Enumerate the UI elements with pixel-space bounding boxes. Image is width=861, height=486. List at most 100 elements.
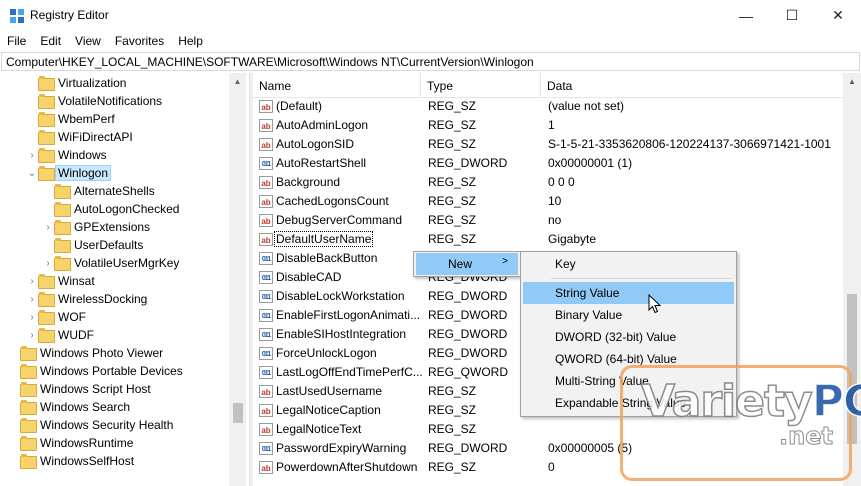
submenu-item[interactable]: Binary Value [523, 304, 734, 326]
value-name: AutoRestartShell [276, 156, 367, 170]
folder-icon [20, 418, 37, 433]
chevron-right-icon[interactable]: › [42, 254, 54, 272]
chevron-right-icon[interactable]: › [26, 272, 38, 290]
menu-view[interactable]: View [68, 31, 108, 51]
tree-item[interactable]: › VolatileUserMgrKey [42, 254, 179, 272]
chevron-right-icon[interactable]: › [26, 290, 38, 308]
menu-item-new-label: New [448, 257, 473, 271]
address-bar[interactable]: Computer\HKEY_LOCAL_MACHINE\SOFTWARE\Mic… [1, 52, 860, 71]
value-type: REG_DWORD [428, 346, 508, 360]
value-type: REG_SZ [428, 175, 477, 189]
value-type: REG_SZ [428, 384, 477, 398]
submenu-item[interactable]: DWORD (32-bit) Value [523, 326, 734, 348]
folder-icon [38, 274, 55, 289]
value-name: (Default) [276, 99, 323, 113]
registry-value-row[interactable]: ab DebugServerCommand REG_SZ no [253, 211, 843, 230]
minimize-button[interactable]: — [723, 0, 769, 31]
tree-item[interactable]: › WOF [26, 308, 86, 326]
chevron-right-icon[interactable]: › [26, 146, 38, 164]
tree-item[interactable]: WbemPerf [26, 110, 115, 128]
registry-value-row[interactable]: ab AutoAdminLogon REG_SZ 1 [253, 116, 843, 135]
tree-item[interactable]: AlternateShells [42, 182, 155, 200]
tree-item[interactable]: WiFiDirectAPI [26, 128, 133, 146]
maximize-button[interactable]: ☐ [769, 0, 815, 31]
tree-item-label: AlternateShells [74, 184, 155, 198]
binary-value-icon: 011 [259, 252, 273, 265]
chevron-right-icon[interactable]: › [42, 218, 54, 236]
tree-item[interactable]: › WUDF [26, 326, 94, 344]
value-type: REG_QWORD [428, 365, 509, 379]
registry-value-row[interactable]: ab (Default) REG_SZ (value not set) [253, 97, 843, 116]
registry-value-row[interactable]: ab AutoLogonSID REG_SZ S-1-5-21-3353620806-… [253, 135, 843, 154]
value-name: ForceUnlockLogon [276, 346, 377, 360]
registry-value-row[interactable]: ab DefaultUserName REG_SZ Gigabyte [253, 230, 843, 249]
list-scroll-up-icon[interactable]: ▲ [843, 73, 861, 90]
tree-item-label: WindowsSelfHost [40, 454, 135, 468]
tree-item[interactable]: Virtualization [26, 74, 126, 92]
submenu-item[interactable]: String Value [523, 282, 734, 304]
tree-item[interactable]: › Windows [26, 146, 107, 164]
registry-value-row[interactable]: 011 AutoRestartShell REG_DWORD 0x00000001 (… [253, 154, 843, 173]
watermark-suffix: .net [779, 422, 834, 451]
tree-item[interactable]: VolatileNotifications [26, 92, 162, 110]
chevron-right-icon[interactable]: › [26, 308, 38, 326]
folder-icon [38, 112, 55, 127]
tree-scrollbar[interactable] [229, 73, 246, 486]
menu-edit[interactable]: Edit [33, 31, 68, 51]
value-type: REG_SZ [428, 232, 477, 246]
menu-bar: File Edit View Favorites Help [0, 31, 861, 51]
tree-item[interactable]: › WirelessDocking [26, 290, 147, 308]
tree-scrollbar-thumb[interactable] [233, 403, 243, 423]
tree-item[interactable]: WindowsSelfHost [8, 452, 134, 470]
close-button[interactable]: ✕ [815, 0, 861, 31]
tree-item[interactable]: Windows Script Host [8, 380, 151, 398]
value-name: AutoLogonSID [276, 137, 355, 151]
key-tree[interactable]: Virtualization VolatileNotifications WbemP… [0, 73, 249, 486]
value-data: 1 [548, 118, 555, 132]
value-data: 10 [548, 194, 562, 208]
tree-item[interactable]: UserDefaults [42, 236, 143, 254]
tree-item-label: WindowsRuntime [40, 436, 134, 450]
value-type: REG_SZ [428, 403, 477, 417]
value-type: REG_SZ [428, 213, 477, 227]
menu-help[interactable]: Help [171, 31, 210, 51]
tree-item[interactable]: ⌄ Winlogon [26, 164, 112, 182]
title-bar: Registry Editor — ☐ ✕ [0, 0, 861, 31]
tree-item-label: Winlogon [54, 165, 112, 181]
tree-item[interactable]: › GPExtensions [42, 218, 150, 236]
tree-scroll-up-icon[interactable]: ▲ [229, 73, 246, 90]
column-type-header[interactable]: Type [421, 73, 541, 98]
string-value-icon: ab [259, 214, 273, 227]
value-name: AutoAdminLogon [276, 118, 369, 132]
folder-icon [20, 400, 37, 415]
tree-item-label: Windows Search [40, 400, 131, 414]
tree-item[interactable]: Windows Photo Viewer [8, 344, 163, 362]
value-name: LegalNoticeCaption [276, 403, 381, 417]
tree-item[interactable]: Windows Security Health [8, 416, 173, 434]
chevron-down-icon[interactable]: ⌄ [26, 164, 38, 182]
value-type: REG_SZ [428, 118, 477, 132]
submenu-item[interactable]: Key [523, 253, 734, 275]
column-data-header[interactable]: Data [541, 73, 843, 98]
tree-item[interactable]: Windows Portable Devices [8, 362, 183, 380]
value-type: REG_DWORD [428, 441, 508, 455]
chevron-right-icon[interactable]: › [26, 326, 38, 344]
menu-file[interactable]: File [0, 31, 33, 51]
menu-favorites[interactable]: Favorites [108, 31, 171, 51]
value-name: EnableFirstLogonAnimati... [276, 308, 421, 322]
registry-value-row[interactable]: ab Background REG_SZ 0 0 0 [253, 173, 843, 192]
column-name-header[interactable]: Name [253, 73, 421, 98]
tree-item[interactable]: AutoLogonChecked [42, 200, 179, 218]
tree-item[interactable]: › Winsat [26, 272, 95, 290]
value-type: REG_DWORD [428, 289, 508, 303]
tree-item-label: Winsat [58, 274, 95, 288]
tree-item[interactable]: Windows Search [8, 398, 130, 416]
menu-item-new[interactable]: New > [416, 253, 518, 275]
tree-item[interactable]: WindowsRuntime [8, 434, 133, 452]
registry-value-row[interactable]: ab CachedLogonsCount REG_SZ 10 [253, 192, 843, 211]
value-name: DebugServerCommand [276, 213, 403, 227]
tree-item-label: UserDefaults [74, 238, 144, 252]
